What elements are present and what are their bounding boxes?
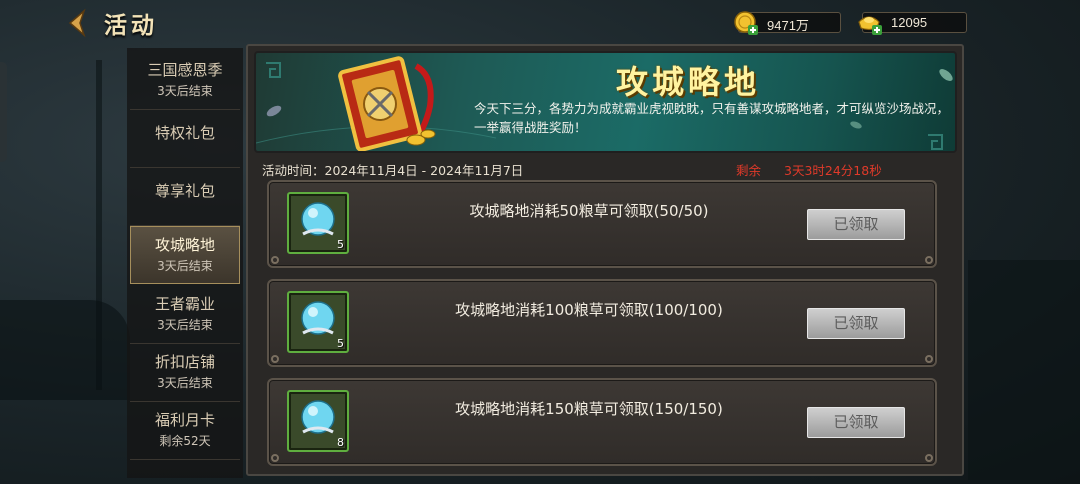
task-row: 8 攻城略地消耗150粮草可领取(150/150) 已领取 <box>267 378 937 466</box>
war-book-icon <box>338 56 436 151</box>
banner-title: 攻城略地 <box>616 63 761 101</box>
sidebar-item-label: 攻城略地 <box>154 236 215 254</box>
sidebar-item-label: 折扣店铺 <box>154 353 215 371</box>
reward-quantity: 5 <box>337 337 344 350</box>
remaining-label: 剩余 <box>736 163 762 178</box>
sidebar-item-label: 尊享礼包 <box>154 182 215 200</box>
crystal-orb-icon <box>301 301 335 335</box>
activity-banner: 攻城略地 今天下三分，各势力为成就霸业虎视眈眈，只有善谋攻城略地者，才可纵览沙场… <box>254 51 957 153</box>
claimed-button[interactable]: 已领取 <box>807 407 905 438</box>
sidebar-item-siege[interactable]: 攻城略地 3天后结束 <box>130 226 240 284</box>
task-description: 攻城略地消耗150粮草可领取(150/150) <box>455 400 723 418</box>
sidebar-item-thanksgiving[interactable]: 三国感恩季 3天后结束 <box>130 52 240 110</box>
sidebar-item-status: 3天后结束 <box>157 318 213 332</box>
activity-panel: 攻城略地 今天下三分，各势力为成就霸业虎视眈眈，只有善谋攻城略地者，才可纵览沙场… <box>246 44 964 476</box>
corner-ornament <box>925 256 933 264</box>
claimed-button[interactable]: 已领取 <box>807 209 905 240</box>
sidebar-item-label: 王者霸业 <box>154 295 215 313</box>
background-ship-hull <box>0 300 130 400</box>
gold-ingot-icon <box>858 16 882 35</box>
top-bar: 活动 9471万 12095 <box>0 0 1080 46</box>
reward-item-slot[interactable]: 5 <box>287 192 349 254</box>
sidebar-item-exclusive-pack[interactable]: 尊享礼包 <box>130 168 240 226</box>
side-tab-handle[interactable] <box>0 62 7 162</box>
sidebar-item-status: 剩余52天 <box>159 434 211 448</box>
sidebar-item-label: 特权礼包 <box>154 124 215 142</box>
crystal-orb-icon <box>301 400 335 434</box>
sidebar-item-king-hegemony[interactable]: 王者霸业 3天后结束 <box>130 286 240 344</box>
sidebar-item-discount-shop[interactable]: 折扣店铺 3天后结束 <box>130 344 240 402</box>
claimed-button[interactable]: 已领取 <box>807 308 905 339</box>
sidebar-item-status: 3天后结束 <box>157 84 213 98</box>
sidebar-item-label: 福利月卡 <box>154 411 215 429</box>
sidebar-item-monthly-card[interactable]: 福利月卡 剩余52天 <box>130 402 240 460</box>
page-title: 活动 <box>104 12 158 39</box>
reward-quantity: 5 <box>337 238 344 251</box>
task-row: 5 攻城略地消耗100粮草可领取(100/100) 已领取 <box>267 279 937 367</box>
background-ship-right <box>968 260 1080 480</box>
corner-ornament <box>271 256 279 264</box>
back-button[interactable] <box>62 8 92 38</box>
activity-time: 活动时间：2024年11月4日 - 2024年11月7日 <box>262 163 524 178</box>
corner-ornament <box>925 355 933 363</box>
task-description: 攻城略地消耗100粮草可领取(100/100) <box>455 301 723 319</box>
coin-amount: 9471万 <box>767 18 809 33</box>
banner-description: 今天下三分，各势力为成就霸业虎视眈眈，只有善谋攻城略地者，才可纵览沙场战况，一举… <box>474 101 950 135</box>
crystal-orb-icon <box>301 202 335 236</box>
corner-ornament <box>271 355 279 363</box>
corner-ornament <box>271 454 279 462</box>
task-description: 攻城略地消耗50粮草可领取(50/50) <box>469 202 709 220</box>
sidebar-item-status: 3天后结束 <box>157 376 213 390</box>
ingot-amount: 12095 <box>891 15 928 30</box>
gold-coin-icon <box>734 11 758 35</box>
countdown-timer: 3天3时24分18秒 <box>784 163 882 178</box>
corner-ornament <box>925 454 933 462</box>
reward-item-slot[interactable]: 8 <box>287 390 349 452</box>
reward-item-slot[interactable]: 5 <box>287 291 349 353</box>
sidebar-item-label: 三国感恩季 <box>147 61 223 79</box>
chevron-left-icon <box>68 8 86 38</box>
activity-sidebar: 三国感恩季 3天后结束 特权礼包 尊享礼包 攻城略地 3天后结束 王者霸业 3天… <box>127 48 243 478</box>
task-list[interactable]: 5 攻城略地消耗50粮草可领取(50/50) 已领取 5 攻城略地消耗100粮草… <box>258 180 956 474</box>
reward-quantity: 8 <box>337 436 344 449</box>
sidebar-item-status: 3天后结束 <box>157 259 213 273</box>
currency-ingots[interactable]: 12095 <box>858 12 967 35</box>
currency-coins[interactable]: 9471万 <box>734 11 841 35</box>
task-row: 5 攻城略地消耗50粮草可领取(50/50) 已领取 <box>267 180 937 268</box>
sidebar-item-privilege-pack[interactable]: 特权礼包 <box>130 110 240 168</box>
